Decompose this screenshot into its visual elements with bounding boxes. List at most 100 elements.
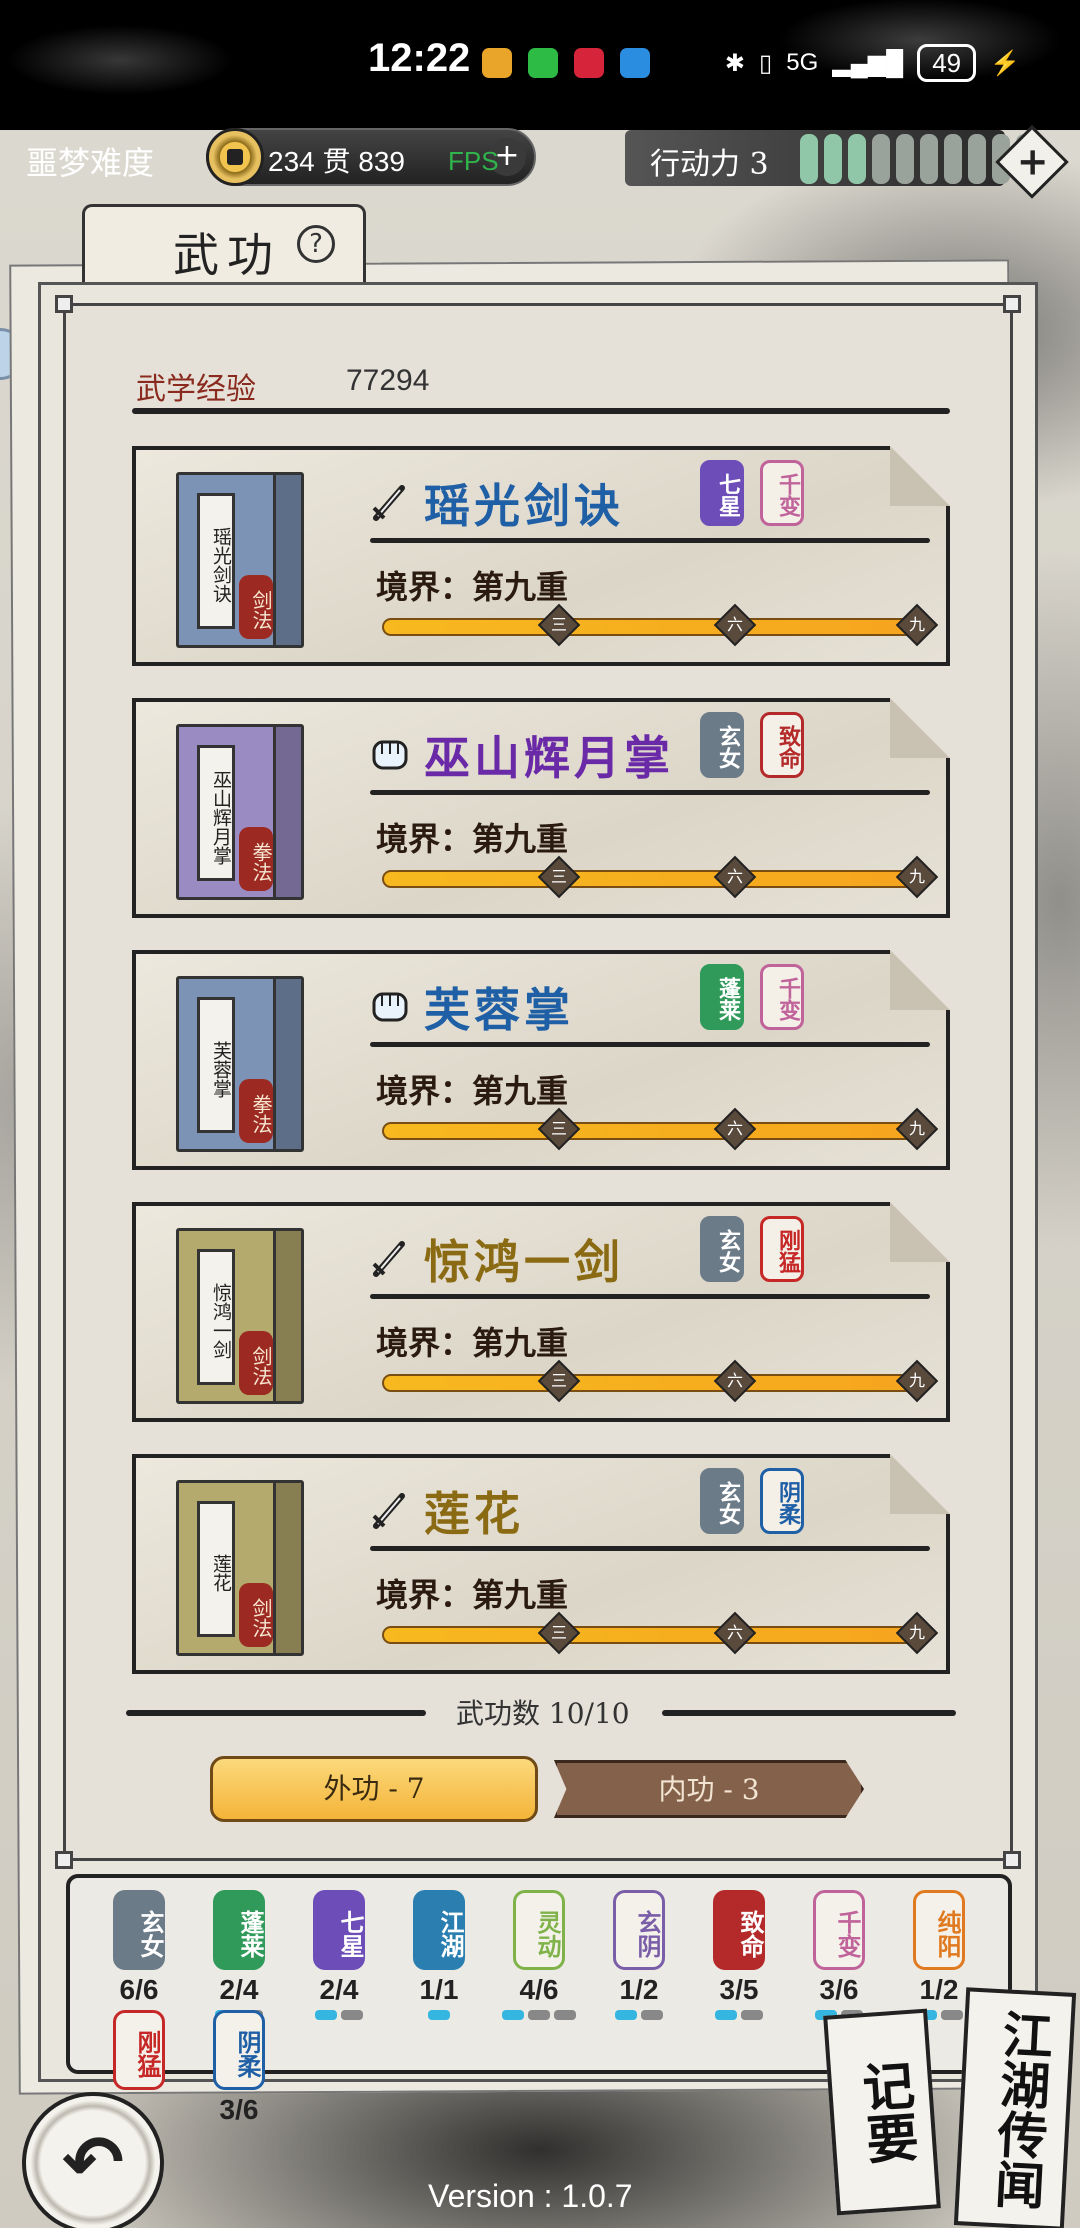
realm-milestone: 六 <box>714 1107 757 1151</box>
faction-badge[interactable]: 玄阴 1/2 <box>594 1890 684 2020</box>
skill-tags: 玄女 刚猛 <box>700 1216 804 1282</box>
book-title: 莲花 <box>197 1501 235 1637</box>
divider <box>370 1042 930 1047</box>
book-type-seal: 剑法 <box>239 1331 273 1395</box>
action-point-pip <box>824 134 842 184</box>
faction-seal: 纯阳 <box>913 1890 965 1970</box>
skill-name: 巫山辉月掌 <box>424 731 674 785</box>
book-spine <box>273 979 301 1149</box>
faction-badge[interactable]: 七星 2/4 <box>294 1890 384 2020</box>
notes-button[interactable]: 记要 <box>823 2008 941 2216</box>
attribute-tag: 玄女 <box>700 1468 744 1534</box>
realm-progress-bar: 三六九 <box>382 1359 939 1403</box>
skill-realm: 境界：第九重 <box>376 820 569 858</box>
attribute-tag: 千变 <box>760 964 804 1030</box>
sword-icon <box>368 1236 412 1280</box>
inner-skills-button[interactable]: 内功 - 3 <box>554 1760 864 1818</box>
app-notification-icon <box>482 48 512 78</box>
skill-realm: 境界：第九重 <box>376 1576 569 1614</box>
skill-card[interactable]: 芙蓉掌 拳法 芙蓉掌 蓬莱 千变 境界：第九重 三 六 九 <box>132 950 950 1170</box>
faction-count: 1/2 <box>619 1974 659 2005</box>
faction-progress-pip <box>315 2010 337 2020</box>
faction-badge[interactable]: 阴柔 3/6 <box>194 2010 284 2130</box>
tab-martial-arts[interactable]: 武功 ? <box>82 204 366 282</box>
skill-card[interactable]: 瑶光剑诀 剑法 瑶光剑诀 七星 千变 境界：第九重 三 六 九 <box>132 446 950 666</box>
rumors-button[interactable]: 江湖传闻 <box>953 1987 1077 2228</box>
faction-progress-pip <box>715 2010 737 2020</box>
fps-overlay: FPS <box>448 146 499 176</box>
realm-milestone: 六 <box>714 855 757 899</box>
skill-card[interactable]: 惊鸿一剑 剑法 惊鸿一剑 玄女 刚猛 境界：第九重 三 六 九 <box>132 1202 950 1422</box>
app-notification-icon <box>574 48 604 78</box>
faction-seal: 阴柔 <box>213 2010 265 2090</box>
book-title: 芙蓉掌 <box>197 997 235 1133</box>
realm-milestone: 九 <box>895 1107 939 1151</box>
skill-realm: 境界：第九重 <box>376 1324 569 1362</box>
skill-tags: 七星 千变 <box>700 460 804 526</box>
frame-corner <box>1003 295 1021 313</box>
frame-corner <box>1003 1851 1021 1869</box>
faction-badge[interactable]: 江湖 1/1 <box>394 1890 484 2020</box>
network-type: 5G <box>786 49 819 76</box>
divider <box>126 1710 426 1716</box>
action-point-pip <box>896 134 914 184</box>
divider <box>370 1294 930 1299</box>
book-title: 巫山辉月掌 <box>197 745 235 881</box>
faction-badge[interactable]: 刚猛 <box>94 2010 184 2094</box>
faction-seal: 玄女 <box>113 1890 165 1970</box>
book-type-seal: 拳法 <box>239 1079 273 1143</box>
realm-milestone: 九 <box>895 603 939 647</box>
skill-book-icon: 芙蓉掌 拳法 <box>176 976 304 1152</box>
divider <box>132 408 950 414</box>
sword-icon <box>368 1488 412 1532</box>
charging-icon: ⚡ <box>990 49 1020 77</box>
faction-badge[interactable]: 灵动 4/6 <box>494 1890 584 2020</box>
realm-progress-bar: 三六九 <box>382 855 939 899</box>
faction-progress <box>394 2010 484 2020</box>
attribute-tag: 致命 <box>760 712 804 778</box>
skill-book-icon: 瑶光剑诀 剑法 <box>176 472 304 648</box>
sword-icon <box>368 480 412 524</box>
faction-seal: 千变 <box>813 1890 865 1970</box>
realm-milestone: 九 <box>895 855 939 899</box>
skill-book-icon: 巫山辉月掌 拳法 <box>176 724 304 900</box>
faction-badge[interactable]: 千变 3/6 <box>794 1890 884 2020</box>
faction-progress <box>694 2010 784 2020</box>
status-time: 12:22 <box>368 36 471 80</box>
realm-milestone: 三 <box>538 603 581 647</box>
book-spine <box>273 727 301 897</box>
skill-card[interactable]: 巫山辉月掌 拳法 巫山辉月掌 玄女 致命 境界：第九重 三 六 九 <box>132 698 950 918</box>
experience-row: 武学经验 77294 <box>96 356 956 414</box>
faction-progress <box>594 2010 684 2020</box>
faction-count: 2/4 <box>319 1974 359 2005</box>
back-button[interactable]: ↶ <box>22 2092 164 2228</box>
skill-card[interactable]: 莲花 剑法 莲花 玄女 阴柔 境界：第九重 三 六 九 <box>132 1454 950 1674</box>
faction-progress <box>294 2010 384 2020</box>
skill-book-icon: 莲花 剑法 <box>176 1480 304 1656</box>
divider <box>370 790 930 795</box>
book-type-seal: 剑法 <box>239 1583 273 1647</box>
experience-label: 武学经验 <box>136 372 256 407</box>
attribute-tag: 七星 <box>700 460 744 526</box>
outer-skills-button[interactable]: 外功 - 7 <box>210 1756 538 1822</box>
action-point-pip <box>800 134 818 184</box>
skill-count: 武功数 10/10 <box>456 1697 630 1730</box>
faction-seal: 江湖 <box>413 1890 465 1970</box>
faction-badge[interactable]: 蓬莱 2/4 <box>194 1890 284 2020</box>
faction-badge[interactable]: 玄女 6/6 <box>94 1890 184 2010</box>
attribute-tag: 蓬莱 <box>700 964 744 1030</box>
faction-progress-pip <box>502 2010 524 2020</box>
book-spine <box>273 1231 301 1401</box>
fist-icon <box>368 984 412 1028</box>
frame-corner <box>55 1851 73 1869</box>
skill-tags: 玄女 阴柔 <box>700 1468 804 1534</box>
realm-progress-bar: 三六九 <box>382 603 939 647</box>
realm-milestone: 三 <box>538 855 581 899</box>
realm-milestone: 三 <box>538 1107 581 1151</box>
skill-tags: 蓬莱 千变 <box>700 964 804 1030</box>
action-point-pip <box>968 134 986 184</box>
faction-badge[interactable]: 致命 3/5 <box>694 1890 784 2020</box>
help-icon[interactable]: ? <box>297 225 335 263</box>
faction-count: 4/6 <box>519 1974 559 2005</box>
book-title: 瑶光剑诀 <box>197 493 235 629</box>
